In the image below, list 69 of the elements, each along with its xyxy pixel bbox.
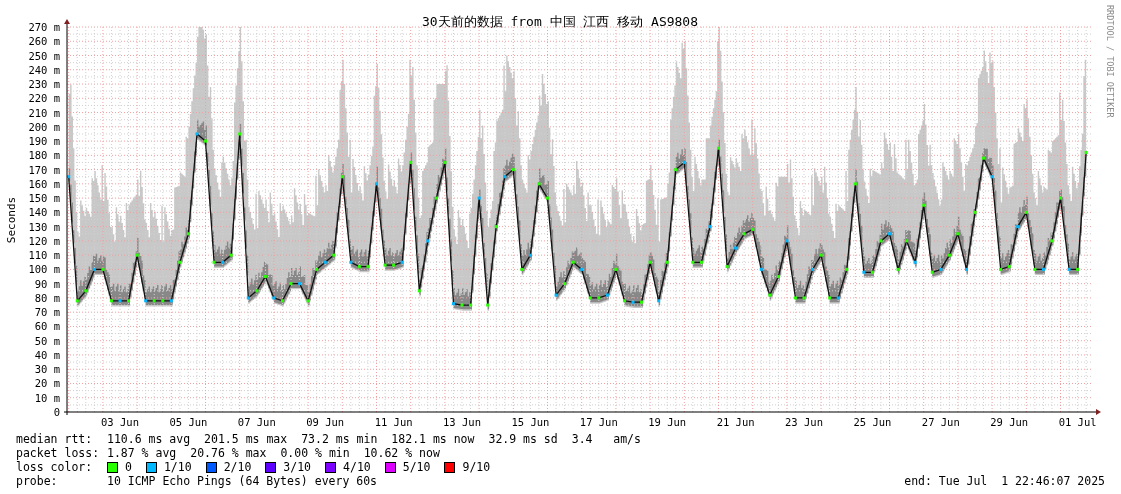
axis-tick-label: 19 Jun	[648, 416, 687, 428]
loss-color-label: 0	[125, 460, 132, 474]
end-time: end: Tue Jul 1 22:46:07 2025	[904, 474, 1105, 488]
axis-tick-label: 200 m	[28, 120, 60, 133]
axis-tick-label: 180 m	[28, 149, 60, 162]
axis-tick-label: 160 m	[28, 177, 60, 190]
loss-color-label: 1/10	[163, 460, 192, 474]
axis-tick-label: 07 Jun	[237, 416, 276, 428]
axis-tick-label: 110 m	[28, 249, 60, 262]
axis-tick-label: 70 m	[34, 306, 60, 319]
axis-tick-label: 210 m	[28, 106, 60, 119]
axis-tick-label: 25 Jun	[853, 416, 892, 428]
stat-value: 32.9 ms sd	[488, 432, 558, 446]
axis-tick-label: 270 m	[28, 21, 60, 33]
axis-tick-label: 80 m	[34, 291, 60, 304]
axis-tick-label: 60 m	[34, 320, 60, 333]
axis-tick-label: 13 Jun	[443, 416, 481, 428]
axis-tick-label: 260 m	[28, 35, 60, 48]
stat-value: 10.62 % now	[363, 446, 440, 460]
stat-value: 110.6 ms avg	[107, 432, 191, 446]
stat-value: 73.2 ms min	[301, 432, 378, 446]
stat-value: 182.1 ms now	[391, 432, 475, 446]
axis-tick-label: 0	[53, 406, 60, 418]
axis-tick-label: 190 m	[28, 135, 60, 148]
axis-tick-label: 29 Jun	[990, 416, 1029, 428]
stat-value: 201.5 ms max	[204, 432, 288, 446]
loss-color-label: 5/10	[402, 460, 431, 474]
axis-tick-label: 30 m	[34, 363, 60, 376]
stat-value: 3.4 am/s	[571, 432, 641, 446]
axis-tick-label: 17 Jun	[579, 416, 618, 428]
axis-tick-label: 230 m	[28, 78, 60, 91]
loss-color-label: 3/10	[283, 460, 312, 474]
loss-color-label: 2/10	[223, 460, 252, 474]
axis-tick-label: 11 Jun	[374, 416, 413, 428]
axis-tick-label: 140 m	[28, 206, 60, 219]
axis-tick-label: 20 m	[34, 377, 60, 390]
stat-value: 0.00 % min	[280, 446, 350, 460]
axis-tick-label: 120 m	[28, 234, 60, 247]
axis-tick-label: 27 Jun	[921, 416, 960, 428]
axis-tick-label: 90 m	[34, 277, 60, 290]
stat-value: 20.76 % max	[190, 446, 267, 460]
axis-tick-label: 150 m	[28, 192, 60, 205]
axis-tick-label: 01 Jul	[1058, 416, 1097, 428]
credit-text: RRDTOOL / TOBI OETIKER	[1105, 5, 1115, 118]
y-axis-label: Seconds	[5, 196, 18, 244]
axis-tick-label: 220 m	[28, 92, 60, 105]
axis-tick-label: 03 Jun	[101, 416, 139, 428]
probe-description: 10 ICMP Echo Pings (64 Bytes) every 60s	[107, 474, 379, 488]
axis-tick-label: 250 m	[28, 49, 60, 62]
axis-tick-label: 10 m	[34, 391, 60, 404]
stat-label: median rtt:	[16, 432, 94, 446]
stat-label: packet loss:	[16, 446, 101, 460]
axis-tick-label: 21 Jun	[716, 416, 755, 428]
loss-color-label: 4/10	[343, 460, 371, 474]
axis-tick-label: 09 Jun	[306, 416, 345, 428]
axis-tick-label: 100 m	[28, 263, 60, 276]
chart-title: 30天前的数据 from 中国 江西 移动 AS9808	[421, 14, 699, 29]
axis-tick-label: 50 m	[34, 334, 60, 347]
axis-tick-label: 05 Jun	[169, 416, 208, 428]
axis-tick-label: 23 Jun	[785, 416, 823, 428]
axis-tick-label: 240 m	[28, 63, 60, 76]
loss-color-label: 9/10	[462, 460, 491, 474]
axis-tick-label: 15 Jun	[511, 416, 550, 428]
stat-label: probe:	[16, 474, 59, 488]
stat-label: loss color:	[16, 460, 94, 474]
axis-tick-label: 170 m	[28, 163, 60, 176]
axis-tick-label: 130 m	[28, 220, 60, 233]
stat-value: 1.87 % avg	[107, 446, 177, 460]
axis-tick-label: 40 m	[34, 348, 60, 361]
